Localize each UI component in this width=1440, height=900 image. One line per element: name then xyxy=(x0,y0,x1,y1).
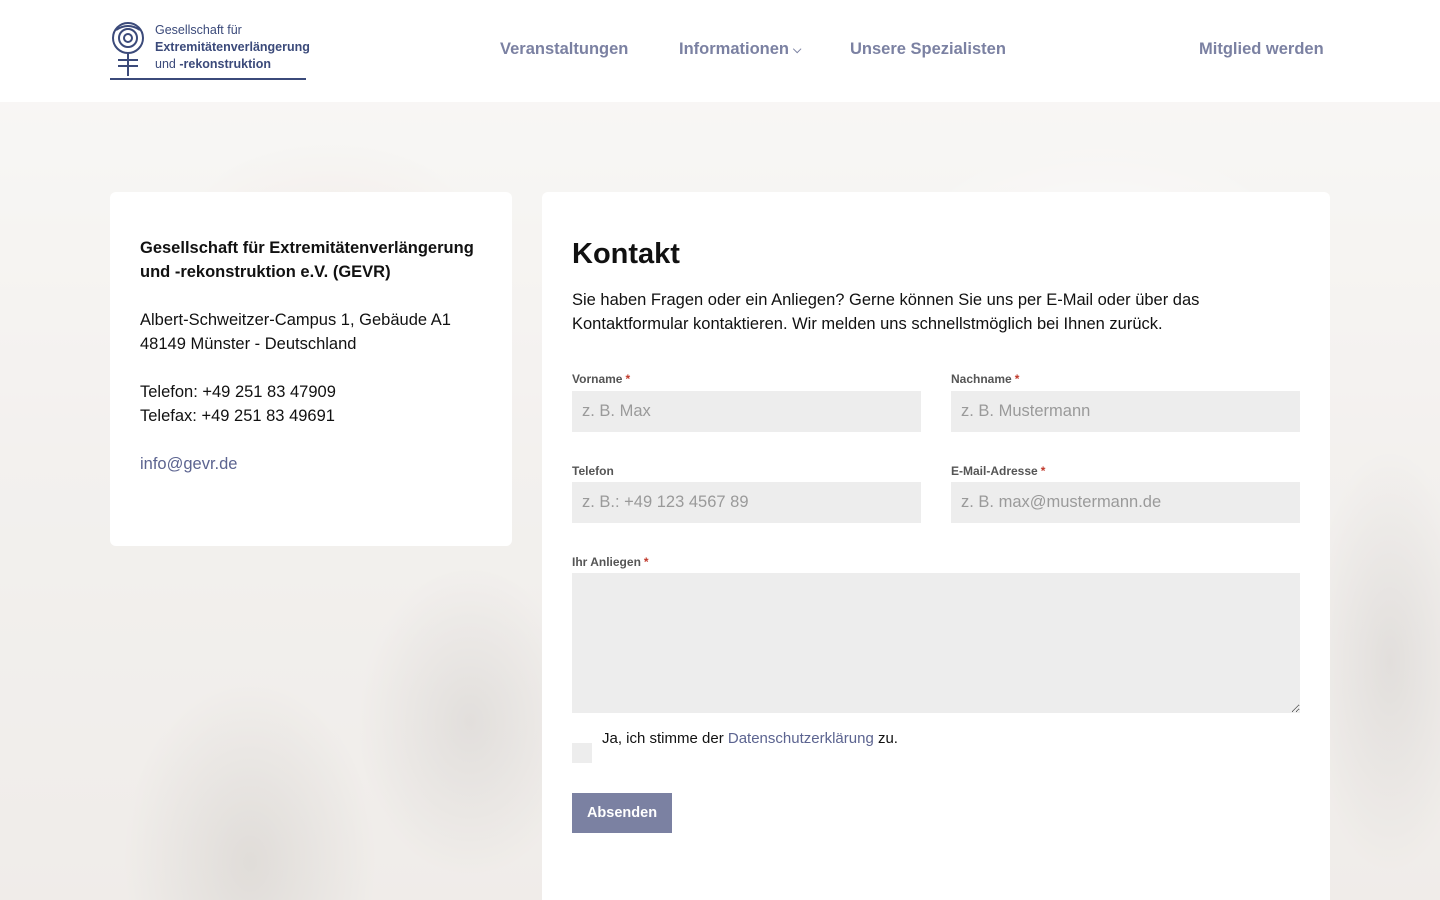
logo-line-2: Extremitätenverlängerung xyxy=(155,40,310,54)
privacy-policy-link[interactable]: Datenschutzerklärung xyxy=(728,730,874,747)
site-logo[interactable]: Gesellschaft für Extremitätenverlängerun… xyxy=(110,20,310,82)
page-title: Kontakt xyxy=(572,238,680,270)
org-name: Gesellschaft für Extremitätenverlängerun… xyxy=(140,239,474,281)
submit-button[interactable]: Absenden xyxy=(572,793,672,833)
logo-underline xyxy=(110,78,306,80)
logo-emblem-icon xyxy=(112,22,144,76)
nav-item-informationen[interactable]: Informationen ⌵ xyxy=(679,40,801,59)
contact-form-card: Kontakt Sie haben Fragen oder ein Anlieg… xyxy=(542,192,1330,900)
fax-number: Telefax: +49 251 83 49691 xyxy=(140,407,335,425)
site-header: Gesellschaft für Extremitätenverlängerun… xyxy=(0,0,1440,102)
contact-info-card: Gesellschaft für Extremitätenverlängerun… xyxy=(110,192,512,546)
logo-line-3: und -rekonstruktion xyxy=(155,57,272,71)
email-input[interactable] xyxy=(951,482,1300,523)
nav-item-spezialisten[interactable]: Unsere Spezialisten xyxy=(850,40,1006,59)
form-intro: Sie haben Fragen oder ein Anliegen? Gern… xyxy=(572,291,1200,333)
lastname-label: Nachname * xyxy=(951,372,1020,386)
message-textarea[interactable] xyxy=(572,573,1300,713)
consent-checkbox[interactable] xyxy=(572,743,592,763)
phone-number: Telefon: +49 251 83 47909 xyxy=(140,383,336,401)
chevron-down-icon: ⌵ xyxy=(793,44,802,56)
message-label: Ihr Anliegen * xyxy=(572,555,649,569)
consent-text: Ja, ich stimme der Datenschutzerklärung … xyxy=(602,730,898,747)
address-line-2: 48149 Münster - Deutschland xyxy=(140,335,357,353)
email-link[interactable]: info@gevr.de xyxy=(140,455,237,473)
member-cta-link[interactable]: Mitglied werden xyxy=(1199,40,1324,59)
lastname-input[interactable] xyxy=(951,391,1300,432)
phone-input[interactable] xyxy=(572,482,921,523)
firstname-label: Vorname * xyxy=(572,372,631,386)
address-line-1: Albert-Schweitzer-Campus 1, Gebäude A1 xyxy=(140,311,451,329)
firstname-input[interactable] xyxy=(572,391,921,432)
nav-item-veranstaltungen[interactable]: Veranstaltungen xyxy=(500,40,628,59)
logo-line-1: Gesellschaft für xyxy=(155,23,242,37)
phone-label: Telefon xyxy=(572,464,614,478)
email-label: E-Mail-Adresse * xyxy=(951,464,1046,478)
